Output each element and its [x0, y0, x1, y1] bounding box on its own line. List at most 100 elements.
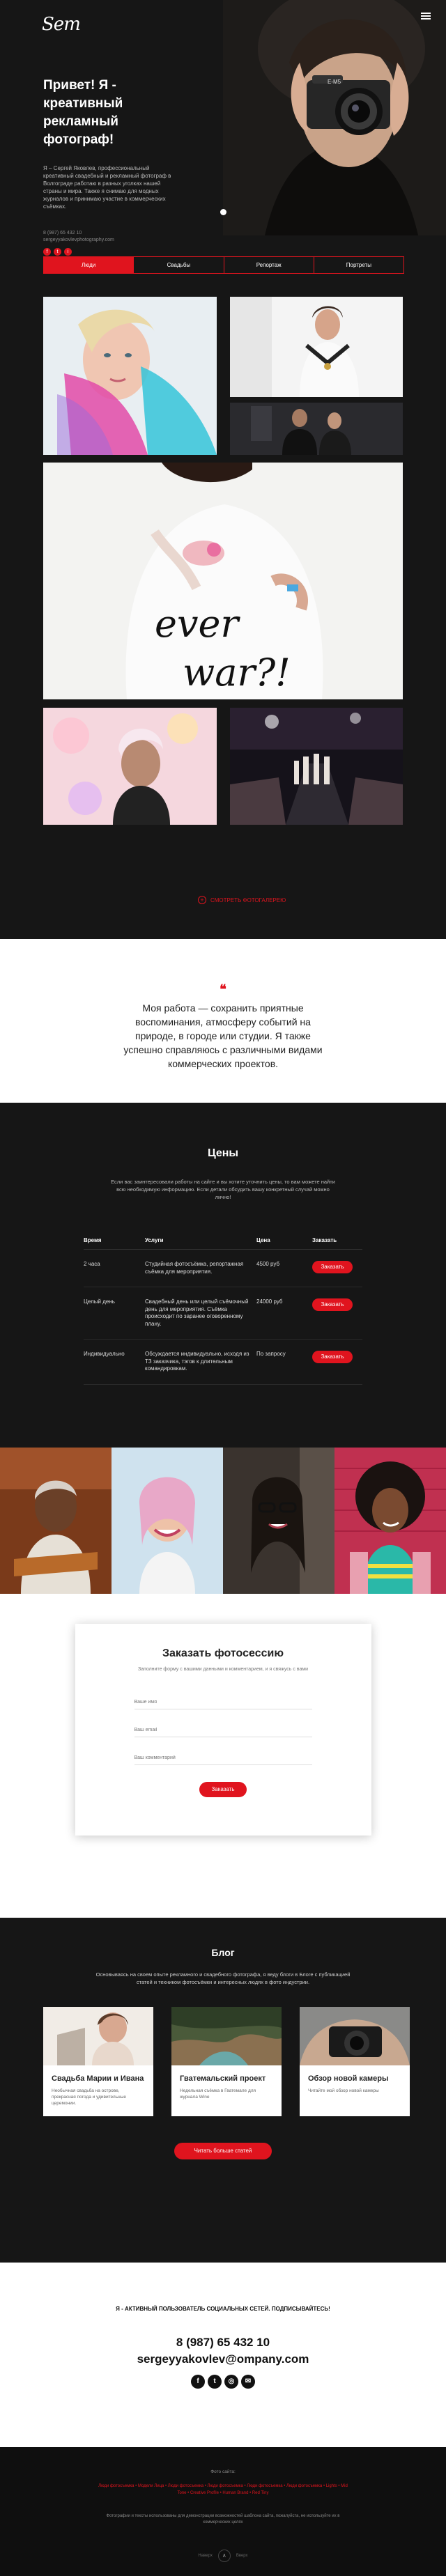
order-form-card: Заказать фотосессию Заполните форму с ва… — [75, 1624, 371, 1836]
svg-text:ever: ever — [155, 602, 240, 646]
row-price: 24000 руб — [256, 1287, 312, 1340]
facebook-icon[interactable]: f — [191, 2375, 205, 2389]
row-service: Свадебный день или целый съёмочный день … — [145, 1287, 256, 1340]
contact-social-links: f t ◎ ✉ — [0, 2375, 446, 2389]
slider-dot[interactable] — [220, 209, 226, 215]
footer-title: Фото сайта: — [210, 2469, 236, 2474]
tab-reportage[interactable]: Репортаж — [224, 257, 314, 273]
scroll-up-icon[interactable]: ∧ — [217, 2550, 231, 2562]
blog-card[interactable]: Свадьба Марии и Ивана Необычная свадьба … — [43, 2007, 153, 2116]
row-price: 4500 руб — [256, 1249, 312, 1287]
quote-icon: ❝ — [220, 982, 226, 996]
col-service: Услуги — [145, 1232, 256, 1250]
mail-icon[interactable]: ✉ — [241, 2375, 255, 2389]
name-input[interactable] — [134, 1700, 312, 1705]
email-field-wrap — [134, 1728, 312, 1737]
facebook-icon[interactable]: f — [43, 248, 51, 256]
contact-phone[interactable]: 8 (987) 65 432 10 — [0, 2336, 446, 2350]
portfolio-tabs: Люди Свадьбы Репортаж Портреты — [43, 256, 404, 274]
blog-card-image — [43, 2007, 153, 2065]
order-button[interactable]: Заказать — [312, 1298, 353, 1311]
quote-section: ❝ Моя работа — сохранить приятные воспом… — [0, 939, 446, 1103]
blog-cards: Свадьба Марии и Ивана Необычная свадьба … — [43, 2007, 410, 2116]
table-row: 2 часа Студийная фотосъёмка, репортажная… — [84, 1249, 362, 1287]
blog-card-title: Свадьба Марии и Ивана — [52, 2074, 144, 2083]
gallery-photo-ever-war[interactable]: ever war?! — [43, 463, 403, 699]
plus-icon: + — [198, 896, 206, 904]
blog-card[interactable]: Обзор новой камеры Читайте мой обзор нов… — [300, 2007, 410, 2116]
order-button[interactable]: Заказать — [312, 1261, 353, 1273]
table-row: Целый день Свадебный день или целый съём… — [84, 1287, 362, 1340]
footer-bottom: Наверх ∧ Вверх — [0, 2550, 446, 2562]
contact-email[interactable]: sergeyyakovlev@ompany.com — [0, 2352, 446, 2366]
portrait-photo[interactable] — [112, 1448, 223, 1594]
hero-phone[interactable]: 8 (987) 65 432 10 — [43, 230, 205, 237]
row-price: По запросу — [256, 1339, 312, 1385]
portfolio-section: Люди Свадьбы Репортаж Портреты ever war?… — [0, 256, 446, 939]
svg-text:E-M5: E-M5 — [328, 79, 341, 85]
row-order-cell: Заказать — [312, 1249, 362, 1287]
footer-photo-credits[interactable]: Люди фотосъемка • Модели Лица • Люди фот… — [98, 2483, 348, 2497]
hero-text-block: Sem Привет! Я - креативный рекламный фот… — [0, 0, 223, 256]
menu-icon[interactable] — [421, 13, 431, 20]
tab-people[interactable]: Люди — [44, 257, 134, 273]
gallery-photo-pink-hair[interactable] — [43, 708, 217, 825]
blog-card-title: Обзор новой камеры — [308, 2074, 389, 2083]
order-section: Заказать фотосессию Заполните форму с ва… — [0, 1594, 446, 1918]
portrait-photo[interactable] — [334, 1448, 446, 1594]
twitter-icon[interactable]: t — [208, 2375, 222, 2389]
view-gallery-label: СМОТРЕТЬ ФОТОГАЛЕРЕЮ — [210, 897, 286, 903]
comment-input[interactable] — [134, 1755, 312, 1760]
portrait-photo[interactable] — [0, 1448, 112, 1594]
row-service: Обсуждается индивидуально, исходя из ТЗ … — [145, 1339, 256, 1385]
row-service: Студийная фотосъёмка, репортажная съёмка… — [145, 1249, 256, 1287]
more-posts-button[interactable]: Читать больше статей — [174, 2143, 272, 2159]
portrait-photo[interactable] — [223, 1448, 334, 1594]
twitter-icon[interactable]: t — [54, 248, 61, 256]
blog-section: Блог Основываясь на своем опыте рекламно… — [0, 1918, 446, 2263]
blog-card-image — [300, 2007, 410, 2065]
hero-description: Я – Сергей Яковлев, профессиональный кре… — [43, 165, 171, 210]
email-input[interactable] — [134, 1728, 312, 1732]
hero-contacts: 8 (987) 65 432 10 sergeyyakovlevphotogra… — [43, 230, 205, 256]
instagram-icon[interactable]: ◎ — [224, 2375, 238, 2389]
gallery-photo-white-jacket[interactable] — [230, 297, 403, 397]
footer: Фото сайта: Люди фотосъемка • Модели Лиц… — [0, 2447, 446, 2576]
tab-portraits[interactable]: Портреты — [314, 257, 403, 273]
quote-text: Моя работа — сохранить приятные воспомин… — [123, 1002, 323, 1069]
price-table-header: Время Услуги Цена Заказать — [84, 1232, 362, 1250]
footer-bottom-right: Вверх — [236, 2554, 248, 2558]
footer-bottom-left: Наверх — [198, 2554, 213, 2558]
prices-title: Цены — [207, 1147, 239, 1159]
blog-card-text: Недельная съёмка в Гватемале для журнала… — [180, 2088, 256, 2100]
hero-photo: E-M5 — [223, 0, 446, 235]
table-row: Индивидуально Обсуждается индивидуально,… — [84, 1339, 362, 1385]
instagram-icon[interactable]: i — [64, 248, 72, 256]
price-table: Время Услуги Цена Заказать 2 часа Студий… — [84, 1232, 362, 1385]
photographer-with-camera-image: E-M5 — [223, 0, 446, 235]
name-field-wrap — [134, 1700, 312, 1709]
contacts-section: Я - АКТИВНЫЙ ПОЛЬЗОВАТЕЛЬ СОЦИАЛЬНЫХ СЕТ… — [0, 2263, 446, 2447]
svg-text:war?!: war?! — [183, 651, 291, 695]
blog-card-image — [171, 2007, 282, 2065]
gallery-photo-men[interactable] — [230, 403, 403, 455]
logo[interactable]: Sem — [42, 14, 91, 42]
submit-order-button[interactable]: Заказать — [199, 1782, 247, 1797]
blog-card[interactable]: Гватемальский проект Недельная съёмка в … — [171, 2007, 282, 2116]
gallery-photo-veil[interactable] — [43, 297, 217, 455]
order-subtitle: Заполните форму с вашими данными и комме… — [137, 1667, 309, 1672]
blog-intro: Основываясь на своем опыте рекламного и … — [95, 1971, 351, 1985]
prices-section: Цены Если вас заинтересовали работы на с… — [0, 1103, 446, 1448]
col-time: Время — [84, 1232, 145, 1250]
hero-social-links: f t i — [43, 248, 205, 256]
comment-field-wrap — [134, 1755, 312, 1765]
col-order: Заказать — [312, 1232, 362, 1250]
gallery-photo-runway[interactable] — [230, 708, 403, 825]
hero-title: Привет! Я - креативный рекламный фотогра… — [43, 78, 123, 147]
hero-email[interactable]: sergeyyakovlevphotography.com — [43, 237, 205, 244]
order-title: Заказать фотосессию — [162, 1647, 284, 1659]
view-gallery-link[interactable]: + СМОТРЕТЬ ФОТОГАЛЕРЕЮ — [198, 896, 286, 904]
tab-weddings[interactable]: Свадьбы — [134, 257, 224, 273]
blog-title: Блог — [211, 1947, 235, 1958]
order-button[interactable]: Заказать — [312, 1351, 353, 1363]
